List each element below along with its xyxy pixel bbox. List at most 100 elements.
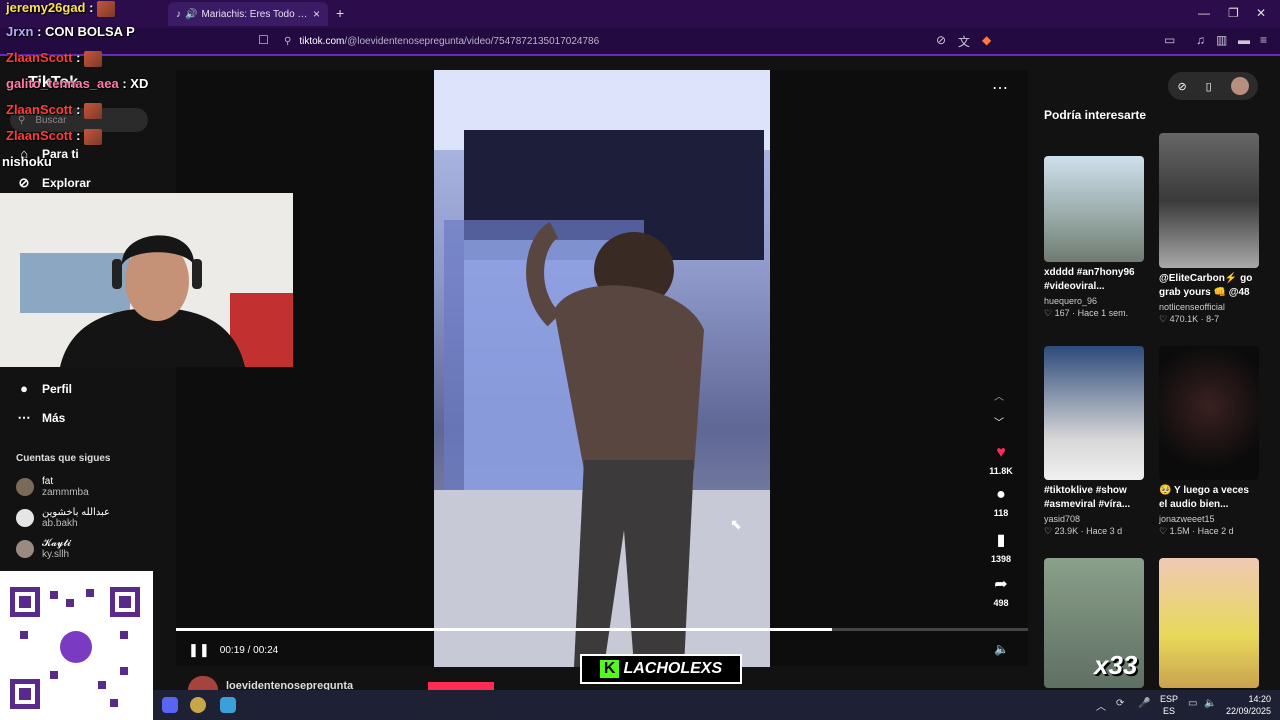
card-meta: ♡ 1.5M · Hace 2 d xyxy=(1159,526,1234,536)
recommended-card[interactable]: #tiktoklive #show #asmeviral #víra... ya… xyxy=(1044,346,1144,537)
network-sync-icon[interactable]: ⟳ xyxy=(1116,698,1124,709)
bookmark-icon[interactable]: ☐ xyxy=(258,33,269,47)
avatar xyxy=(16,478,34,496)
recommended-card[interactable]: xdddd #an7hony96 #videoviral... huequero… xyxy=(1044,156,1144,319)
share-button[interactable]: ➦ 498 xyxy=(984,574,1018,608)
new-tab-button[interactable]: + xyxy=(336,5,344,21)
compass-icon[interactable]: ⊘ xyxy=(1177,80,1186,93)
card-meta: ♡ 470.1K · 8-7 xyxy=(1159,314,1220,324)
chrome-icon[interactable] xyxy=(190,697,206,713)
recommended-card[interactable]: 🥺 Y luego a veces el audio bien... jonaz… xyxy=(1159,346,1259,537)
wifi-icon[interactable]: ▭ xyxy=(1188,698,1197,709)
nav-label: Explorar xyxy=(42,176,91,190)
tab-title: Mariachis: Eres Todo en Mi - ... xyxy=(201,8,309,20)
following-item[interactable]: عبدالله باخشوين ab.bakh xyxy=(16,507,110,529)
chat-message: ZlaanScott : xyxy=(6,128,103,145)
close-window-icon[interactable]: ✕ xyxy=(1256,6,1266,20)
save-count: 1398 xyxy=(990,554,1012,564)
browser-tab[interactable]: ♪ 🔊 Mariachis: Eres Todo en Mi - ... × xyxy=(168,2,328,26)
chat-message: ZlaanScott : xyxy=(6,50,103,67)
chat-message: galito_tennas_aea : XD xyxy=(6,76,148,91)
save-button[interactable]: ▮ 1398 xyxy=(984,530,1018,564)
like-count: 11.8K xyxy=(989,466,1013,476)
chat-user: ZlaanScott xyxy=(6,50,73,65)
audio-playing-icon[interactable]: 🔊 xyxy=(185,9,197,20)
time-current: 00:19 xyxy=(219,644,245,656)
video-frame[interactable] xyxy=(434,70,770,667)
nav-label: Perfil xyxy=(42,381,73,396)
chat-separator: : xyxy=(118,76,127,91)
site-info-icon[interactable]: ⚲ xyxy=(284,36,291,47)
brave-shield-icon[interactable]: ◆ xyxy=(982,33,991,47)
following-item[interactable]: fat zammmba xyxy=(16,476,89,498)
share-icon: ➦ xyxy=(994,576,1008,593)
media-icon[interactable]: ♫ xyxy=(1196,33,1205,47)
previous-video-icon[interactable]: ︿ xyxy=(994,388,1004,403)
webcam-content xyxy=(0,193,293,367)
comment-count: 118 xyxy=(993,508,1009,518)
following-item[interactable]: 𝓚𝓪𝔂𝓽𝓲 ky.sllh xyxy=(16,538,71,560)
clock-date: 22/09/2025 xyxy=(1226,706,1272,716)
card-author[interactable]: notlicenseofficial xyxy=(1159,302,1259,312)
avatar xyxy=(16,509,34,527)
nav-item-perfil[interactable]: ● Perfil xyxy=(16,381,72,396)
video-progress-bar[interactable] xyxy=(176,628,1028,631)
card-description: #tiktoklive #show #asmeviral #víra... xyxy=(1044,485,1131,510)
emote-icon xyxy=(84,128,103,145)
pause-icon[interactable]: ❚❚ xyxy=(188,642,210,658)
card-author[interactable]: jonazweeet15 xyxy=(1159,514,1259,524)
card-author[interactable]: huequero_96 xyxy=(1044,296,1144,306)
minimize-icon[interactable]: — xyxy=(1198,6,1210,20)
url-field[interactable]: ⚲ tiktok.com/@loevidentenosepregunta/vid… xyxy=(284,33,1004,49)
video-thumbnail[interactable] xyxy=(1044,346,1144,480)
maximize-icon[interactable]: ❐ xyxy=(1228,6,1239,20)
chat-user: ZlaanScott xyxy=(6,102,73,117)
following-title: Cuentas que sigues xyxy=(16,453,111,464)
video-thumbnail[interactable] xyxy=(1044,156,1144,262)
recommended-title: Podría interesarte xyxy=(1044,108,1147,122)
more-options-icon[interactable]: ⋯ xyxy=(992,78,1008,98)
nav-item-explorar[interactable]: ⊘ Explorar xyxy=(16,175,91,191)
video-content xyxy=(434,70,770,667)
tray-expand-icon[interactable]: ︿ xyxy=(1096,698,1106,713)
sidebar-toggle-icon[interactable]: ▭ xyxy=(1164,33,1175,47)
system-clock[interactable]: 14:20 22/09/2025 xyxy=(1226,693,1271,717)
emote-icon xyxy=(84,50,103,67)
speaker-icon[interactable]: 🔈 xyxy=(1204,698,1216,709)
card-author[interactable]: yasid708 xyxy=(1044,514,1144,524)
windows-taskbar xyxy=(153,690,1280,720)
follow-button[interactable] xyxy=(428,682,494,690)
video-thumbnail[interactable] xyxy=(1159,133,1259,268)
chat-user: ZlaanScott xyxy=(6,128,73,143)
recommended-card[interactable]: @EliteCarbon⚡ go grab yours 👊 @48 notlic… xyxy=(1159,133,1259,325)
microphone-icon[interactable]: 🎤 xyxy=(1138,698,1150,709)
screen: ♪ 🔊 Mariachis: Eres Todo en Mi - ... × +… xyxy=(0,0,1280,720)
translate-icon[interactable]: 文 xyxy=(958,33,970,50)
comment-button[interactable]: ● 118 xyxy=(984,486,1018,518)
combo-multiplier: x33 xyxy=(1094,650,1138,680)
like-button[interactable]: ♥ 11.8K xyxy=(984,444,1018,476)
discord-icon[interactable] xyxy=(162,697,178,713)
file-explorer-icon[interactable] xyxy=(220,697,236,713)
chat-text: XD xyxy=(126,76,149,91)
vpn-icon[interactable]: ▬ xyxy=(1238,33,1250,47)
device-icon[interactable]: ▯ xyxy=(1206,80,1212,93)
video-thumbnail[interactable] xyxy=(1159,558,1259,688)
clock-time: 14:20 xyxy=(1248,694,1272,704)
comment-icon: ● xyxy=(996,486,1006,503)
language-indicator[interactable]: ESP ES xyxy=(1160,693,1178,717)
video-thumbnail[interactable] xyxy=(1159,346,1259,480)
reading-list-icon[interactable]: ▥ xyxy=(1216,33,1227,47)
menu-icon[interactable]: ≡ xyxy=(1260,33,1267,47)
nav-label: Más xyxy=(42,411,66,425)
tracking-off-icon[interactable]: ⊘ xyxy=(936,33,946,47)
chat-user: nishoku xyxy=(2,154,52,169)
nav-item-mas[interactable]: ⋯ Más xyxy=(16,410,66,426)
playback-controls: ❚❚ 00:19 / 00:24 xyxy=(188,642,279,658)
streamer-watermark: K LACHOLEXS xyxy=(580,654,742,684)
close-tab-icon[interactable]: × xyxy=(313,7,320,21)
url-path: /@loevidentenosepregunta/video/754787213… xyxy=(344,35,600,47)
next-video-icon[interactable]: ﹀ xyxy=(994,414,1004,429)
user-avatar[interactable] xyxy=(1230,77,1249,95)
volume-icon[interactable]: 🔈 xyxy=(994,642,1009,656)
